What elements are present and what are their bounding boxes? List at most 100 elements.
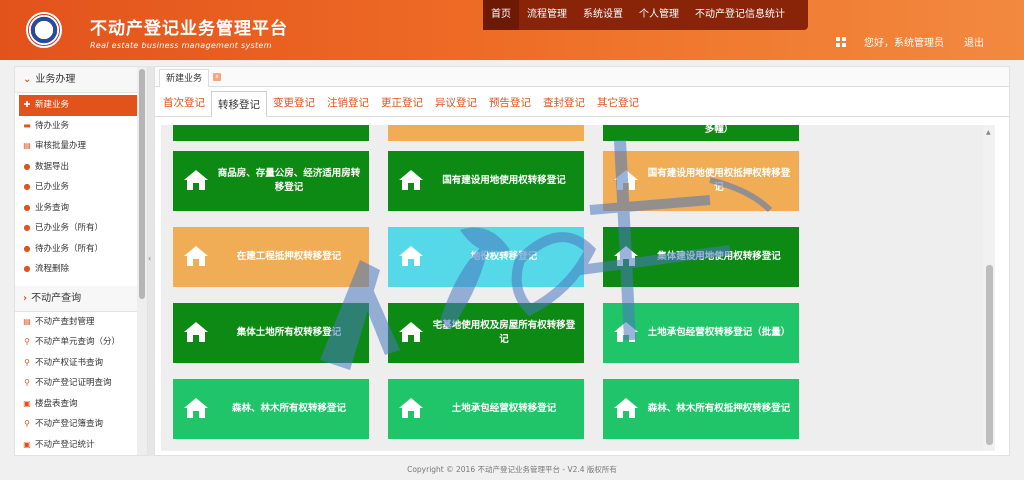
page-tab-new-business[interactable]: 新建业务 — [159, 69, 210, 87]
tab-change-registration[interactable]: 变更登记 — [267, 90, 321, 116]
app-window: 不动产登记业务管理平台 Real estate business managem… — [0, 0, 1024, 480]
business-card[interactable]: 商品房、存量公房、经济适用房转移登记 — [173, 151, 369, 211]
tab-objection-registration[interactable]: 异议登记 — [429, 90, 483, 116]
sidebar-item-pending-all[interactable]: ● 待办业务（所有） — [15, 239, 147, 260]
upload-icon: ● — [23, 161, 31, 171]
topnav-personal[interactable]: 个人管理 — [631, 0, 687, 30]
business-card[interactable]: 集体建设用地使用权转移登记 — [603, 227, 799, 287]
sidebar-item-done-all[interactable]: ● 已办业务（所有） — [15, 218, 147, 239]
business-card[interactable]: 土地承包经营权转移登记 — [388, 379, 584, 439]
business-card[interactable]: 地役权转移登记 — [388, 227, 584, 287]
check-circle-icon: ● — [23, 182, 31, 191]
sidebar-scroll-thumb[interactable] — [139, 69, 145, 299]
header: 不动产登记业务管理平台 Real estate business managem… — [0, 0, 1024, 60]
sidebar-scrollbar[interactable] — [137, 67, 147, 455]
user-area: 您好，系统管理员 退出 — [836, 34, 984, 49]
business-card[interactable]: 国有建设用地使用权转移登记 — [388, 151, 584, 211]
topnav-stats[interactable]: 不动产登记信息统计 — [687, 0, 793, 30]
business-card-label: 森林、林木所有权抵押权转移登记 — [647, 403, 791, 414]
business-card[interactable]: 森林、林木所有权转移登记 — [173, 379, 369, 439]
list-icon: ▤ — [23, 316, 31, 326]
sidebar-section-business[interactable]: ⌄ 业务办理 — [15, 67, 147, 93]
image-icon: ▣ — [23, 398, 31, 408]
business-card[interactable]: 国有建设用地使用权抵押权转移登记 — [603, 151, 799, 211]
house-icon — [184, 246, 208, 266]
page-tab-bar: 新建业务 x — [155, 67, 1009, 87]
business-card[interactable]: 集体土地所有权转移登记 — [173, 303, 369, 363]
sidebar-item-unit-query[interactable]: ⚲ 不动产单元查询（分） — [15, 332, 147, 353]
business-card[interactable]: 宅基地使用权及房屋所有权转移登记 — [388, 303, 584, 363]
content-scrollbar[interactable]: ▲ — [983, 125, 995, 451]
house-icon — [399, 398, 423, 418]
sidebar-section-query[interactable]: › 不动产查询 — [15, 285, 147, 312]
tab-cancel-registration[interactable]: 注销登记 — [321, 90, 375, 116]
user-greeting: 您好，系统管理员 — [864, 38, 944, 49]
chevron-down-icon: ⌄ — [23, 74, 32, 85]
app-grid-icon[interactable] — [836, 36, 846, 47]
business-card-label: 集体建设用地使用权转移登记 — [657, 251, 781, 262]
business-card-partial[interactable] — [388, 125, 584, 141]
logo-icon — [26, 12, 62, 48]
business-card-label: 多幢） — [704, 125, 734, 135]
registration-type-tabs: 首次登记 转移登记 变更登记 注销登记 更正登记 异议登记 预告登记 查封登记 … — [155, 87, 1009, 117]
sidebar-item-stats[interactable]: ▣ 不动产登记统计 — [15, 435, 147, 456]
business-card[interactable]: 森林、林木所有权抵押权转移登记 — [603, 379, 799, 439]
chevron-left-icon[interactable]: ‹ — [148, 254, 151, 263]
sidebar-item-proof-query[interactable]: ⚲ 不动产登记证明查询 — [15, 373, 147, 394]
sidebar-item-building-query[interactable]: ▣ 楼盘表查询 — [15, 394, 147, 415]
app-subtitle: Real estate business management system — [90, 41, 272, 50]
topnav-process[interactable]: 流程管理 — [519, 0, 575, 30]
app-branding: 不动产登记业务管理平台 Real estate business managem… — [90, 14, 288, 50]
footer-copyright: Copyright © 2016 不动产登记业务管理平台 - V2.4 版权所有 — [407, 465, 617, 474]
topnav-home[interactable]: 首页 — [483, 0, 519, 30]
tab-other-registration[interactable]: 其它登记 — [591, 90, 645, 116]
tab-initial-registration[interactable]: 首次登记 — [157, 90, 211, 116]
sidebar-item-seizure[interactable]: ▤ 不动产查封管理 — [15, 312, 147, 333]
close-icon[interactable]: x — [213, 73, 221, 81]
house-icon — [184, 170, 208, 190]
delete-icon: ● — [23, 264, 31, 273]
business-card-partial[interactable] — [173, 125, 369, 141]
logout-link[interactable]: 退出 — [964, 34, 984, 49]
house-icon — [399, 246, 423, 266]
business-card-label: 森林、林木所有权转移登记 — [231, 403, 346, 414]
briefcase-icon: ▬ — [23, 120, 31, 130]
search-icon: ● — [23, 202, 31, 212]
content-scroll-thumb[interactable] — [986, 265, 993, 445]
sidebar-item-batch-review[interactable]: ▤ 审核批量办理 — [15, 136, 147, 157]
sidebar-item-cert-query[interactable]: ⚲ 不动产权证书查询 — [15, 353, 147, 374]
sidebar-item-export[interactable]: ● 数据导出 — [15, 157, 147, 178]
topnav-settings[interactable]: 系统设置 — [575, 0, 631, 30]
business-card-label: 在建工程抵押权转移登记 — [236, 251, 342, 262]
house-icon — [614, 246, 638, 266]
house-icon — [184, 322, 208, 342]
house-icon — [614, 398, 638, 418]
sidebar: ⌄ 业务办理 ✚ 新建业务 ▬ 待办业务 ▤ 审核批量办理 ● 数据导出 ● 已办业务 ● 业… — [14, 66, 148, 456]
business-card-label: 土地承包经营权转移登记（批量） — [647, 327, 791, 338]
sidebar-item-register-query[interactable]: ⚲ 不动产登记簿查询 — [15, 414, 147, 435]
sidebar-item-done[interactable]: ● 已办业务 — [15, 177, 147, 198]
search-icon: ⚲ — [24, 357, 30, 367]
search-icon: ⚲ — [24, 378, 30, 387]
clock-icon: ● — [23, 243, 31, 253]
tab-seizure-registration[interactable]: 查封登记 — [537, 90, 591, 116]
tab-transfer-registration[interactable]: 转移登记 — [211, 91, 267, 117]
business-card[interactable]: 土地承包经营权转移登记（批量） — [603, 303, 799, 363]
tab-advance-registration[interactable]: 预告登记 — [483, 90, 537, 116]
house-icon — [184, 398, 208, 418]
business-card-label: 集体土地所有权转移登记 — [236, 327, 342, 338]
card-grid: 多幢） 商品房、存量公房、经济适用房转移登记 国有建设用地使用权转移登记 国有建设用… — [161, 125, 995, 451]
sidebar-item-query[interactable]: ● 业务查询 — [15, 198, 147, 219]
tab-correction-registration[interactable]: 更正登记 — [375, 90, 429, 116]
search-icon: ⚲ — [24, 419, 30, 428]
chevron-right-icon: › — [23, 292, 28, 304]
sidebar-item-pending[interactable]: ▬ 待办业务 — [15, 116, 147, 137]
business-card-label: 国有建设用地使用权转移登记 — [442, 175, 566, 186]
business-card[interactable]: 在建工程抵押权转移登记 — [173, 227, 369, 287]
scroll-up-icon[interactable]: ▲ — [986, 129, 991, 136]
sidebar-item-delete-flow[interactable]: ● 流程删除 — [15, 259, 147, 280]
business-card-partial[interactable]: 多幢） — [603, 125, 799, 141]
sidebar-item-new-business[interactable]: ✚ 新建业务 — [19, 95, 143, 116]
list-icon: ▤ — [23, 141, 31, 150]
business-card-label: 国有建设用地使用权抵押权转移登记 — [647, 168, 791, 193]
